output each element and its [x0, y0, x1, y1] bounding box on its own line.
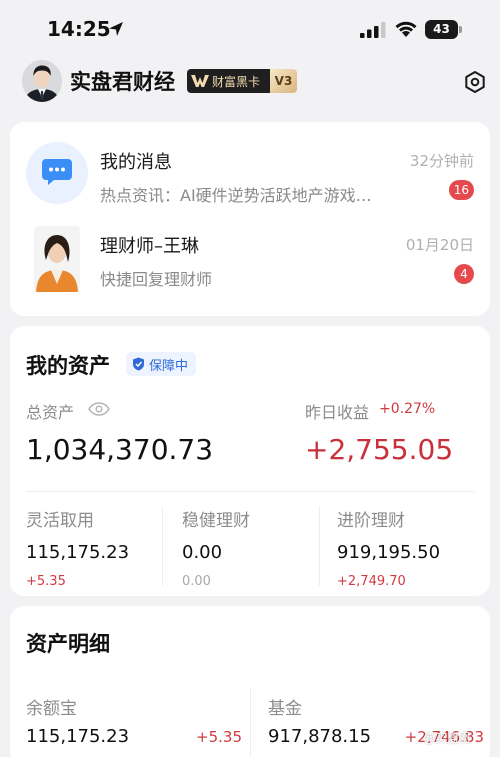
- total-assets-value: 1,034,370.73: [26, 433, 214, 466]
- asset-detail-delta: +5.35: [196, 728, 242, 746]
- vip-card-tag: 财富黑卡: [187, 69, 270, 93]
- asset-column-flexible[interactable]: 灵活取用 115,175.23 +5.35: [10, 496, 160, 596]
- asset-detail-label: 基金: [268, 699, 302, 719]
- asset-column-delta: +2,749.70: [337, 574, 406, 589]
- unread-badge: 16: [448, 180, 474, 200]
- protection-tag[interactable]: 保障中: [126, 352, 197, 376]
- asset-detail-fund[interactable]: 基金 917,878.15 +2,746.83: [252, 684, 492, 757]
- status-time: 14:25: [47, 17, 111, 41]
- battery-level: 43: [425, 20, 458, 39]
- total-assets-label: 总资产: [26, 403, 75, 422]
- wifi-icon: [395, 21, 417, 37]
- column-separator: [250, 688, 251, 757]
- advisor-avatar: [34, 226, 80, 292]
- asset-detail-title: 资产明细: [26, 632, 110, 656]
- asset-detail-value: 917,878.15: [268, 726, 372, 747]
- asset-column-value: 115,175.23: [26, 542, 130, 563]
- vip-badge[interactable]: 财富黑卡 V3: [187, 69, 297, 93]
- column-separator: [162, 506, 163, 586]
- message-preview: 快捷回复理财师: [100, 270, 213, 289]
- battery-tip: [459, 26, 462, 33]
- location-arrow-icon: [109, 22, 123, 36]
- watermark: @实盘君: [423, 731, 472, 745]
- message-time: 01月20日: [405, 236, 474, 254]
- assets-section-title: 我的资产: [26, 354, 110, 378]
- user-avatar[interactable]: [22, 60, 62, 102]
- message-icon-circle: [26, 142, 88, 204]
- message-title: 理财师–王琳: [100, 236, 199, 257]
- asset-column-label: 进阶理财: [337, 511, 405, 531]
- unread-badge: 4: [454, 264, 474, 284]
- asset-column-label: 稳健理财: [182, 511, 250, 531]
- column-separator: [319, 506, 320, 586]
- assets-divider: [26, 491, 474, 492]
- profile-name[interactable]: 实盘君财经: [70, 66, 175, 96]
- messages-card: 我的消息 32分钟前 热点资讯：AI硬件逆势活跃地产游戏… 16 理财师–王琳 …: [10, 122, 490, 316]
- message-preview: 热点资讯：AI硬件逆势活跃地产游戏…: [100, 186, 372, 205]
- asset-detail-value: 115,175.23: [26, 726, 130, 747]
- settings-hexagon-icon[interactable]: [463, 70, 487, 94]
- cellular-signal-icon: [360, 22, 386, 38]
- asset-column-stable[interactable]: 稳健理财 0.00 0.00: [166, 496, 316, 596]
- yesterday-income-label: 昨日收益: [305, 403, 370, 422]
- chat-bubble-icon: [42, 159, 72, 185]
- eye-visibility-icon[interactable]: [88, 402, 110, 416]
- asset-detail-label: 余额宝: [26, 699, 77, 719]
- yesterday-income-value: +2,755.05: [305, 433, 454, 466]
- vip-card-label: 财富黑卡: [212, 74, 261, 89]
- message-title: 我的消息: [100, 152, 172, 173]
- battery-indicator: 43: [425, 20, 462, 39]
- asset-detail-yuebao[interactable]: 余额宝 115,175.23 +5.35: [10, 684, 250, 757]
- asset-column-delta: 0.00: [182, 574, 211, 589]
- message-item-inbox[interactable]: 我的消息 32分钟前 热点资讯：AI硬件逆势活跃地产游戏… 16: [10, 138, 490, 218]
- vip-level: V3: [270, 69, 297, 93]
- profile-header: 实盘君财经 财富黑卡 V3: [0, 58, 500, 108]
- my-assets-card: 我的资产 保障中 总资产 昨日收益 +0.27% 1,034,370.73 +2…: [10, 326, 490, 596]
- asset-column-label: 灵活取用: [26, 511, 94, 531]
- message-time: 32分钟前: [409, 152, 474, 170]
- asset-detail-card: 资产明细 余额宝 115,175.23 +5.35 基金 917,878.15 …: [10, 606, 490, 757]
- message-item-advisor[interactable]: 理财师–王琳 01月20日 快捷回复理财师 4: [10, 222, 490, 302]
- asset-column-value: 919,195.50: [337, 542, 441, 563]
- asset-column-value: 0.00: [182, 542, 223, 563]
- asset-column-advanced[interactable]: 进阶理财 919,195.50 +2,749.70: [321, 496, 471, 596]
- wealth-w-icon: [191, 75, 209, 87]
- shield-check-icon: [133, 357, 144, 371]
- protection-tag-label: 保障中: [149, 358, 189, 374]
- status-bar: 14:25 43: [0, 0, 500, 58]
- yesterday-income-rate: +0.27%: [379, 401, 436, 417]
- asset-column-delta: +5.35: [26, 574, 66, 589]
